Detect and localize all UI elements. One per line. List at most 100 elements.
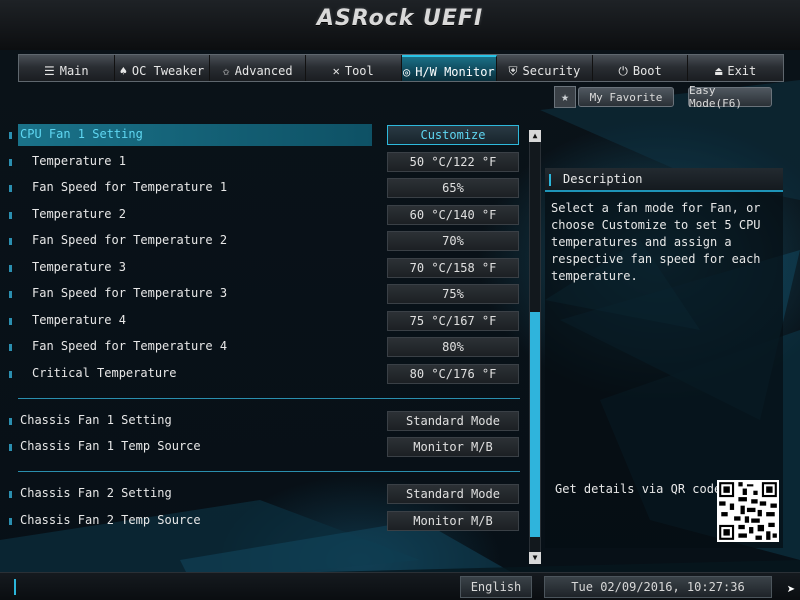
status-accent-bar: [14, 579, 16, 595]
tab-label: Advanced: [234, 64, 293, 78]
setting-value-button[interactable]: 70%: [387, 231, 519, 251]
setting-label: Fan Speed for Temperature 3: [32, 286, 228, 300]
setting-value-button[interactable]: 75 °C/167 °F: [387, 311, 519, 331]
row-marker-icon: [9, 371, 12, 378]
setting-value-button[interactable]: 50 °C/122 °F: [387, 152, 519, 172]
tab-boot[interactable]: ⏻ Boot: [593, 55, 689, 81]
favorite-star-icon[interactable]: ★: [554, 86, 576, 108]
my-favorite-button[interactable]: My Favorite: [578, 87, 674, 107]
tab-main[interactable]: ☰ Main: [19, 55, 115, 81]
setting-row-fan-speed-for-temperature-4[interactable]: Fan Speed for Temperature 4 80%: [0, 336, 525, 358]
setting-row-temperature-1[interactable]: Temperature 1 50 °C/122 °F: [0, 151, 525, 173]
row-marker-icon: [9, 291, 12, 298]
setting-value-button[interactable]: 75%: [387, 284, 519, 304]
setting-row-cpu-fan-1-setting[interactable]: CPU Fan 1 Setting Customize: [0, 124, 525, 146]
description-title: Description: [563, 172, 643, 186]
row-marker-icon: [9, 238, 12, 245]
row-marker-icon: [9, 491, 12, 498]
shield-icon: ⛨: [508, 64, 518, 78]
setting-value-button[interactable]: Monitor M/B: [387, 511, 519, 531]
setting-value-button[interactable]: Standard Mode: [387, 484, 519, 504]
main-tab-bar: ☰ Main ♠ OC Tweaker ✩ Advanced ✕ Tool ◎ H/W Monit…: [18, 54, 784, 82]
scroll-up-arrow-icon[interactable]: ▲: [529, 130, 541, 142]
tab-label: Main: [59, 64, 89, 78]
row-marker-icon: [9, 444, 12, 451]
language-button[interactable]: English: [460, 576, 532, 598]
setting-row-chassis-fan-2-setting[interactable]: Chassis Fan 2 Setting Standard Mode: [0, 483, 525, 505]
star-icon: ✩: [222, 64, 230, 78]
tab-h-w-monitor[interactable]: ◎ H/W Monitor: [401, 55, 498, 81]
title-bar: ASRock UEFI: [0, 0, 800, 50]
mouse-pointer-icon: ➤: [787, 582, 796, 598]
row-marker-icon: [9, 518, 12, 525]
tab-tool[interactable]: ✕ Tool: [306, 55, 402, 81]
easy-mode-button[interactable]: Easy Mode(F6): [688, 84, 772, 110]
setting-label: Chassis Fan 1 Temp Source: [20, 439, 201, 453]
description-header: Description: [545, 168, 783, 192]
scrollbar-thumb[interactable]: [530, 312, 540, 538]
list-icon: ☰: [43, 64, 55, 78]
asrock-uefi-logo: ASRock UEFI: [316, 6, 484, 31]
setting-label: Fan Speed for Temperature 2: [32, 233, 228, 247]
row-marker-icon: [9, 265, 12, 272]
scrollbar[interactable]: [529, 130, 541, 564]
tools-icon: ✕: [332, 64, 340, 78]
description-text: Select a fan mode for Fan, or choose Cus…: [551, 201, 761, 283]
setting-label: Temperature 1: [32, 154, 126, 168]
qr-code-label: Get details via QR code: [555, 482, 722, 496]
tab-label: Exit: [727, 64, 757, 78]
tab-advanced[interactable]: ✩ Advanced: [210, 55, 306, 81]
setting-value-button[interactable]: Monitor M/B: [387, 437, 519, 457]
tab-security[interactable]: ⛨ Security: [497, 55, 593, 81]
setting-label: Chassis Fan 1 Setting: [20, 413, 172, 427]
setting-value-button[interactable]: 80 °C/176 °F: [387, 364, 519, 384]
tab-exit[interactable]: ⏏ Exit: [688, 55, 783, 81]
setting-row-temperature-4[interactable]: Temperature 4 75 °C/167 °F: [0, 310, 525, 332]
setting-label: Fan Speed for Temperature 4: [32, 339, 228, 353]
setting-value-button[interactable]: Customize: [387, 125, 519, 145]
exit-icon: ⏏: [715, 64, 723, 78]
setting-row-chassis-fan-1-setting[interactable]: Chassis Fan 1 Setting Standard Mode: [0, 410, 525, 432]
section-divider: [18, 471, 520, 472]
qr-code-icon: [717, 480, 779, 542]
tab-oc-tweaker[interactable]: ♠ OC Tweaker: [115, 55, 211, 81]
setting-label: Chassis Fan 2 Temp Source: [20, 513, 201, 527]
setting-row-critical-temperature[interactable]: Critical Temperature 80 °C/176 °F: [0, 363, 525, 385]
setting-value-button[interactable]: 60 °C/140 °F: [387, 205, 519, 225]
setting-label: Critical Temperature: [32, 366, 177, 380]
row-marker-icon: [9, 212, 12, 219]
setting-label: Fan Speed for Temperature 1: [32, 180, 228, 194]
setting-value-button[interactable]: Standard Mode: [387, 411, 519, 431]
scroll-down-arrow-icon[interactable]: ▼: [529, 552, 541, 564]
date-time-display[interactable]: Tue 02/09/2016, 10:27:36: [544, 576, 772, 598]
setting-row-chassis-fan-2-temp-source[interactable]: Chassis Fan 2 Temp Source Monitor M/B: [0, 510, 525, 532]
setting-value-button[interactable]: 65%: [387, 178, 519, 198]
setting-value-button[interactable]: 70 °C/158 °F: [387, 258, 519, 278]
header-accent-bar: [549, 174, 551, 186]
row-marker-icon: [9, 159, 12, 166]
power-icon: ⏻: [618, 64, 628, 78]
setting-row-chassis-fan-1-temp-source[interactable]: Chassis Fan 1 Temp Source Monitor M/B: [0, 436, 525, 458]
monitor-icon: ◎: [402, 65, 411, 79]
description-panel: Description Select a fan mode for Fan, o…: [545, 168, 783, 548]
setting-label: Temperature 4: [32, 313, 126, 327]
setting-label: CPU Fan 1 Setting: [20, 127, 143, 141]
setting-row-temperature-3[interactable]: Temperature 3 70 °C/158 °F: [0, 257, 525, 279]
flame-icon: ♠: [119, 64, 127, 78]
setting-label: Temperature 2: [32, 207, 126, 221]
row-marker-icon: [9, 344, 12, 351]
setting-row-fan-speed-for-temperature-1[interactable]: Fan Speed for Temperature 1 65%: [0, 177, 525, 199]
setting-value-button[interactable]: 80%: [387, 337, 519, 357]
status-bar: English Tue 02/09/2016, 10:27:36: [0, 572, 800, 600]
section-divider: [18, 398, 520, 399]
tab-label: Security: [522, 64, 581, 78]
row-marker-icon: [9, 185, 12, 192]
tab-label: Tool: [344, 64, 374, 78]
setting-label: Temperature 3: [32, 260, 126, 274]
row-marker-icon: [9, 132, 12, 139]
setting-row-fan-speed-for-temperature-2[interactable]: Fan Speed for Temperature 2 70%: [0, 230, 525, 252]
setting-row-temperature-2[interactable]: Temperature 2 60 °C/140 °F: [0, 204, 525, 226]
uefi-screen: ASRock UEFI ☰ Main ♠ OC Tweaker ✩ Advanced ✕ To…: [0, 0, 800, 600]
row-marker-icon: [9, 318, 12, 325]
setting-row-fan-speed-for-temperature-3[interactable]: Fan Speed for Temperature 3 75%: [0, 283, 525, 305]
